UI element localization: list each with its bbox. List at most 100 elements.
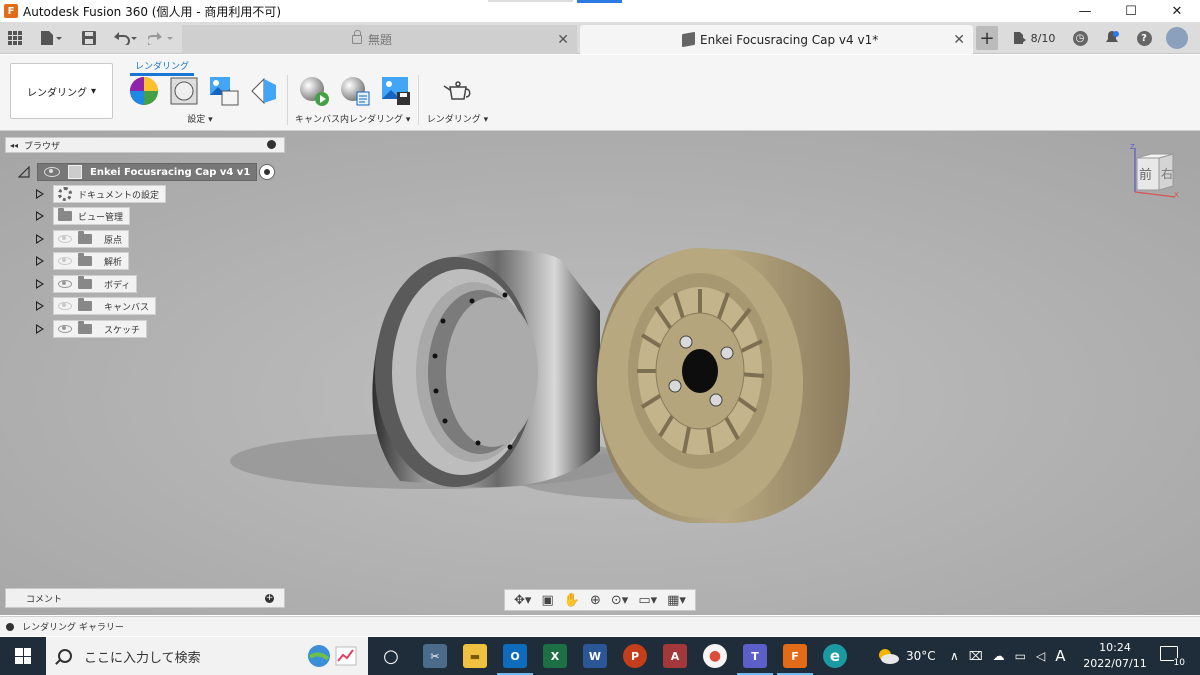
browser-item-box[interactable]: 解析 <box>53 252 130 270</box>
tray-usb-icon[interactable]: ⌧ <box>969 649 983 663</box>
tree-expand-icon[interactable] <box>36 256 44 266</box>
browser-item-canvases[interactable]: キャンバス <box>36 297 157 315</box>
add-comment-button[interactable]: + <box>265 594 274 603</box>
tab-enkei-design[interactable]: Enkei Focusracing Cap v4 v1* ✕ <box>580 25 973 54</box>
taskbar-clock[interactable]: 10:24 2022/07/11 <box>1080 640 1150 672</box>
weather-widget[interactable]: 30°C <box>876 637 936 675</box>
browser-item-box[interactable]: 原点 <box>53 230 130 248</box>
tab-enkei-close-icon[interactable]: ✕ <box>953 32 965 48</box>
tree-expand-icon[interactable] <box>36 324 44 334</box>
look-at-icon[interactable]: ▣ <box>541 593 553 608</box>
browser-collapse-icon[interactable]: ◂◂ <box>10 141 18 150</box>
tree-expand-icon[interactable] <box>36 234 44 244</box>
browser-item-named-views[interactable]: ビュー管理 <box>36 207 131 225</box>
undo-icon[interactable] <box>110 28 140 48</box>
grid-settings-icon[interactable]: ▦▾ <box>667 593 686 608</box>
taskbar-search-box[interactable]: ここに入力して検索 <box>46 637 368 675</box>
start-button[interactable] <box>0 637 46 675</box>
word-icon[interactable]: W <box>583 644 607 668</box>
file-explorer-icon[interactable]: ▬ <box>463 644 487 668</box>
browser-item-bodies[interactable]: ボディ <box>36 275 138 293</box>
minimize-button[interactable]: — <box>1062 0 1108 22</box>
redo-icon[interactable] <box>146 28 176 48</box>
close-window-button[interactable]: ✕ <box>1154 0 1200 22</box>
display-settings-icon[interactable]: ▭▾ <box>638 593 657 608</box>
browser-item-document-settings[interactable]: ドキュメントの設定 <box>36 185 167 203</box>
scene-settings-icon[interactable] <box>208 75 240 107</box>
tree-expand-icon[interactable] <box>36 301 44 311</box>
edge-icon[interactable]: e <box>823 644 847 668</box>
search-highlight-icon[interactable] <box>306 643 360 669</box>
file-menu-icon[interactable] <box>38 28 64 48</box>
notification-center-icon[interactable]: 10 <box>1160 646 1185 668</box>
tab-untitled-close-icon[interactable]: ✕ <box>557 32 569 48</box>
in-canvas-render-icon[interactable] <box>298 75 330 107</box>
physical-material-icon[interactable] <box>168 75 200 107</box>
in-canvas-render-group-label[interactable]: キャンバス内レンダリング ▾ <box>295 112 410 125</box>
tray-cloud-icon[interactable]: ☁ <box>993 649 1005 663</box>
model-viewport[interactable] <box>0 131 1200 615</box>
job-status[interactable]: 8/10 <box>1004 26 1064 50</box>
excel-icon[interactable]: X <box>543 644 567 668</box>
tab-untitled[interactable]: 無題 ✕ <box>182 25 577 54</box>
outlook-icon[interactable]: O <box>497 644 533 675</box>
capture-image-icon[interactable] <box>380 75 412 107</box>
in-canvas-render-settings-icon[interactable] <box>339 75 371 107</box>
ime-indicator[interactable]: A <box>1055 647 1065 665</box>
teams-icon[interactable]: T <box>737 644 773 675</box>
browser-item-box[interactable]: スケッチ <box>53 320 148 338</box>
browser-item-origin[interactable]: 原点 <box>36 230 130 248</box>
user-avatar[interactable] <box>1166 27 1188 49</box>
visibility-eye-icon[interactable] <box>58 280 72 288</box>
gallery-toggle-icon[interactable] <box>6 622 14 631</box>
hidden-eye-icon[interactable] <box>58 302 72 310</box>
fusion-360-icon[interactable]: F <box>777 644 813 675</box>
tree-expand-icon[interactable] <box>36 211 44 221</box>
visibility-eye-icon[interactable] <box>44 167 60 177</box>
tray-network-icon[interactable]: ▭ <box>1015 649 1026 663</box>
hidden-eye-icon[interactable] <box>58 257 72 265</box>
snipping-tool-icon[interactable]: ✂ <box>423 644 447 668</box>
viewcube[interactable]: Z X 前 右 <box>1130 142 1180 202</box>
tab-rendering[interactable]: レンダリング <box>130 56 194 76</box>
browser-item-box[interactable]: キャンバス <box>53 297 157 315</box>
render-teapot-icon[interactable] <box>442 75 474 107</box>
pan-icon[interactable]: ✋ <box>564 593 580 608</box>
tray-volume-icon[interactable]: ◁ <box>1036 649 1045 663</box>
save-icon[interactable] <box>80 28 98 48</box>
chrome-icon[interactable]: ● <box>703 644 727 668</box>
browser-item-box[interactable]: ボディ <box>53 275 138 293</box>
new-tab-button[interactable]: + <box>976 26 998 50</box>
browser-root-node[interactable]: Enkei Focusracing Cap v4 v1 <box>18 163 276 181</box>
tree-expand-icon[interactable] <box>36 279 44 289</box>
tree-expanded-icon[interactable] <box>18 166 30 178</box>
fit-icon[interactable]: ⊙▾ <box>611 593 628 608</box>
workspace-switcher[interactable]: レンダリング ▾ <box>10 63 113 119</box>
maximize-button[interactable]: ☐ <box>1108 0 1154 22</box>
texture-map-icon[interactable] <box>248 75 280 107</box>
orbit-icon[interactable]: ✥▾ <box>514 593 531 608</box>
notification-bell-icon[interactable] <box>1096 26 1128 50</box>
help-icon[interactable]: ? <box>1128 26 1160 50</box>
appearance-icon[interactable] <box>128 75 160 107</box>
render-gallery-bar[interactable]: レンダリング ギャラリー <box>0 616 1200 636</box>
zoom-icon[interactable]: ⊕ <box>590 593 601 608</box>
data-panel-grid-icon[interactable] <box>6 28 24 48</box>
activate-radio-icon[interactable] <box>259 164 276 180</box>
browser-item-analysis[interactable]: 解析 <box>36 252 130 270</box>
3d-canvas[interactable] <box>0 131 1200 615</box>
tray-chevron-up-icon[interactable]: ∧ <box>950 649 959 663</box>
setup-group-label[interactable]: 設定 ▾ <box>170 112 230 125</box>
visibility-eye-icon[interactable] <box>58 325 72 333</box>
clock-icon[interactable]: ◷ <box>1064 26 1096 50</box>
browser-pin-icon[interactable] <box>267 140 276 149</box>
hidden-eye-icon[interactable] <box>58 235 72 243</box>
browser-item-box[interactable]: ビュー管理 <box>53 207 131 225</box>
task-view-icon[interactable]: ○ <box>379 644 403 668</box>
tree-expand-icon[interactable] <box>36 189 44 199</box>
access-icon[interactable]: A <box>663 644 687 668</box>
browser-item-box[interactable]: ドキュメントの設定 <box>53 185 167 203</box>
root-component[interactable]: Enkei Focusracing Cap v4 v1 <box>37 163 258 181</box>
browser-item-sketches[interactable]: スケッチ <box>36 320 148 338</box>
powerpoint-icon[interactable]: P <box>623 644 647 668</box>
